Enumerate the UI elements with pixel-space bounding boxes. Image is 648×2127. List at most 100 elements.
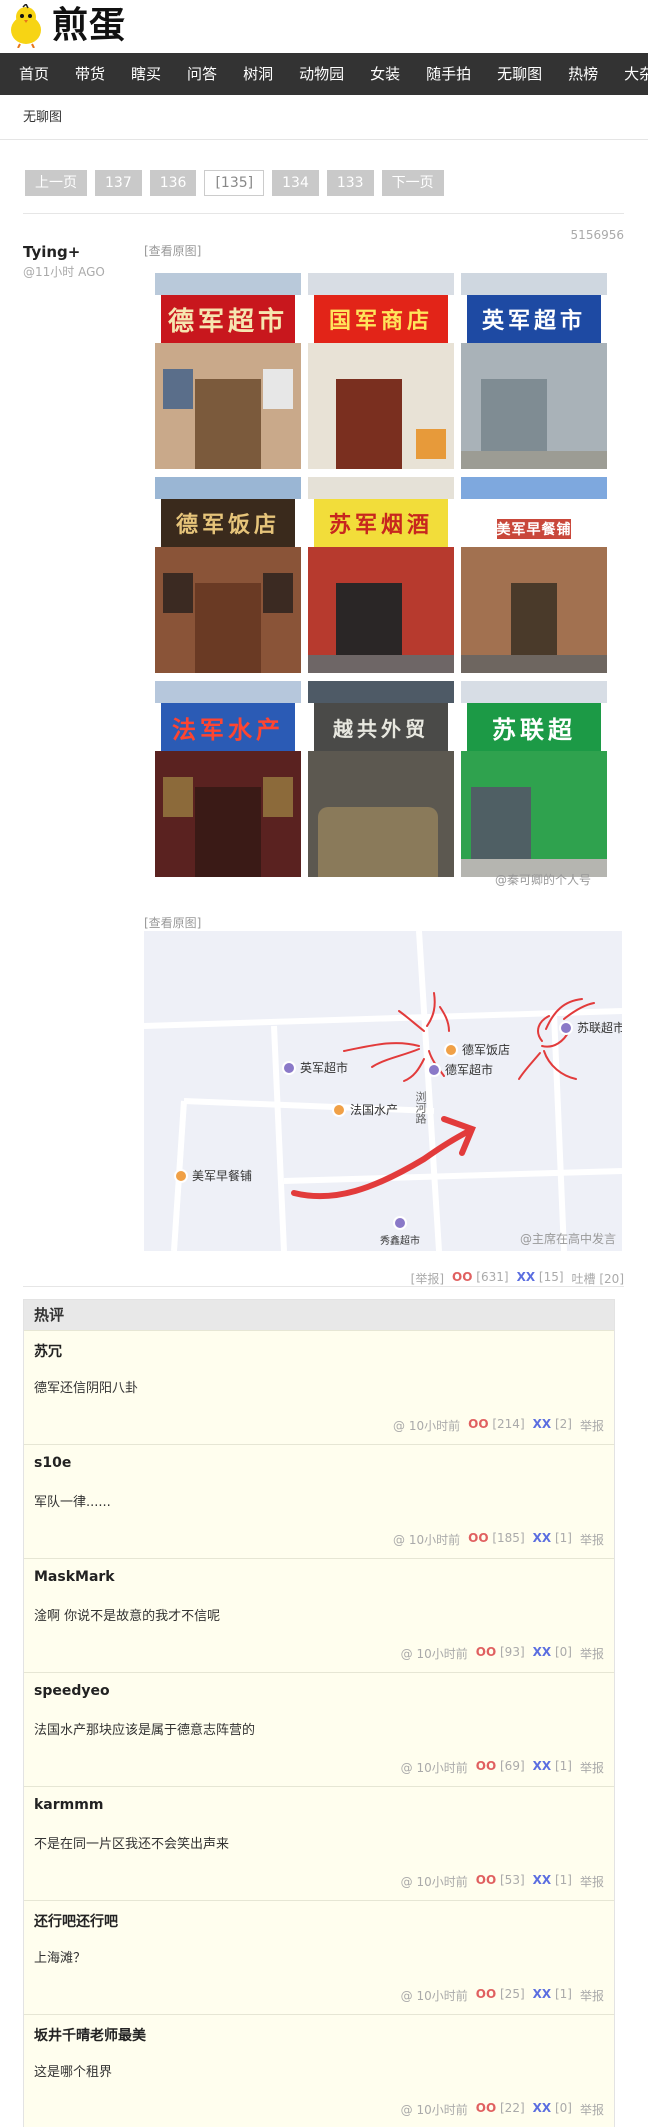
comment-item: s10e 军队一律...... @ 10小时前 OO [185] XX [1] … [24,1444,614,1558]
map-poi: 美军早餐铺 [174,1167,252,1184]
map-poi: 德军饭店 [444,1041,510,1058]
nav-item-zoo[interactable]: 动物园 [286,53,357,95]
shop-icon [427,1062,441,1077]
downvote-button[interactable]: XX [15] [517,1270,564,1287]
storefront-image: 苏联超 [461,681,607,877]
nav-item-pics[interactable]: 无聊图 [484,53,555,95]
shop-sign: 苏军烟酒 [314,499,448,547]
downvote-button[interactable]: XX [2] [533,1417,572,1434]
map-poi: 英军超市 [282,1059,348,1076]
page-link[interactable]: 133 [326,170,374,196]
view-original-link[interactable]: [查看原图] [144,914,201,931]
upvote-button[interactable]: OO [185] [468,1531,525,1548]
comment-item: MaskMark 淦啊 你说不是故意的我才不信呢 @ 10小时前 OO [93]… [24,1558,614,1672]
comment-author: speedyeo [34,1683,110,1699]
chick-logo-icon[interactable] [4,4,48,48]
view-original-link[interactable]: [查看原图] [144,242,201,259]
comment-meta: @ 10小时前 OO [53] XX [1] 举报 [401,1873,604,1890]
storefront-image: 英军超市 [461,273,607,469]
downvote-button[interactable]: XX [0] [533,1645,572,1662]
breadcrumb: 无聊图 [0,95,648,140]
shop-sign: 德军饭店 [161,499,295,547]
report-link[interactable]: 举报 [580,1531,604,1548]
post-id[interactable]: 5156956 [571,228,624,242]
shop-sign: 英军超市 [467,295,601,343]
post-time: @11小时 AGO [23,265,105,279]
storefront-image: 德军饭店 [155,477,301,673]
shop-icon [282,1060,296,1075]
image-watermark: @主席在高中发言 [519,1232,616,1246]
comment-text: 这是哪个租界 [34,2065,113,2080]
report-link[interactable]: 举报 [580,1873,604,1890]
report-link[interactable]: 举报 [580,2101,604,2118]
comment-author: 坂井千晴老师最美 [34,2028,146,2044]
post-actions: [举报] OO [631] XX [15] 吐槽 [20] [411,1270,624,1287]
map-roads [144,931,622,1251]
shop-sign: 苏联超 [467,703,601,751]
map-poi: 秀鑫超市 [380,1216,420,1247]
upvote-button[interactable]: OO [69] [476,1759,525,1776]
post-image-collage[interactable]: 德军超市 国军商店 英军超市 德军饭店 苏军烟酒 美军早餐铺 法军水产 越共外贸… [155,273,611,885]
hot-comments-title: 热评 [24,1300,614,1330]
report-link[interactable]: 举报 [580,1987,604,2004]
upvote-button[interactable]: OO [631] [452,1270,509,1287]
nav-item-misc[interactable]: 大杂烩 [611,53,648,95]
storefront-image: 国军商店 [308,273,454,469]
divider [23,1286,624,1287]
comment-meta: @ 10小时前 OO [69] XX [1] 举报 [401,1759,604,1776]
storefront-image: 德军超市 [155,273,301,469]
upvote-button[interactable]: OO [25] [476,1987,525,2004]
nav-item-home[interactable]: 首页 [6,53,62,95]
report-link[interactable]: 举报 [580,1759,604,1776]
nav-item-qa[interactable]: 问答 [174,53,230,95]
comment-item: speedyeo 法国水产那块应该是属于德意志阵营的 @ 10小时前 OO [6… [24,1672,614,1786]
comment-text: 上海滩？ [34,1951,87,1966]
comment-item: karmmm 不是在同一片区我还不会笑出声来 @ 10小时前 OO [53] X… [24,1786,614,1900]
downvote-button[interactable]: XX [1] [533,1987,572,2004]
page-link[interactable]: 136 [149,170,197,196]
comment-meta: @ 10小时前 OO [185] XX [1] 举报 [393,1531,604,1548]
upvote-button[interactable]: OO [214] [468,1417,525,1434]
comment-text: 淦啊 你说不是故意的我才不信呢 [34,1609,221,1624]
storefront-image: 美军早餐铺 [461,477,607,673]
tucao-link[interactable]: 吐槽 [20] [572,1270,624,1287]
map-poi: 德军超市 [427,1061,493,1078]
comment-author: s10e [34,1455,72,1471]
comment-author: MaskMark [34,1569,115,1585]
comment-item: 坂井千晴老师最美 这是哪个租界 @ 10小时前 OO [22] XX [0] 举… [24,2014,614,2127]
report-link[interactable]: [举报] [411,1270,444,1287]
report-link[interactable]: 举报 [580,1645,604,1662]
comment-time: @ 10小时前 [400,2103,468,2117]
page-link[interactable]: 137 [95,170,142,196]
comment-meta: @ 10小时前 OO [214] XX [2] 举报 [393,1417,604,1434]
map-poi: 苏联超市 [559,1019,622,1036]
comment-time: @ 10小时前 [393,1533,461,1547]
downvote-button[interactable]: XX [1] [533,1531,572,1548]
nav-item-hot[interactable]: 热榜 [555,53,611,95]
nav-item-daihuo[interactable]: 带货 [62,53,118,95]
upvote-button[interactable]: OO [93] [476,1645,525,1662]
next-page-button[interactable]: 下一页 [381,170,444,196]
storefront-image: 苏军烟酒 [308,477,454,673]
prev-page-button[interactable]: 上一页 [25,170,87,196]
comment-text: 法国水产那块应该是属于德意志阵营的 [34,1723,256,1738]
upvote-button[interactable]: OO [22] [476,2101,525,2118]
nav-item-girls[interactable]: 女装 [357,53,413,95]
site-logo-text[interactable]: 煎蛋 [52,6,126,46]
downvote-button[interactable]: XX [1] [533,1873,572,1890]
hot-comments: 热评 苏冗 德军还信阴阳八卦 @ 10小时前 OO [214] XX [2] 举… [23,1299,615,2127]
comment-time: @ 10小时前 [393,1419,461,1433]
map-image[interactable]: 德军饭店 苏联超市 英军超市 德军超市 法国水产 美军早餐铺 秀鑫超市 浏河路 … [144,931,622,1251]
nav-item-xiamai[interactable]: 瞎买 [118,53,174,95]
nav-item-treehole[interactable]: 树洞 [230,53,286,95]
report-link[interactable]: 举报 [580,1417,604,1434]
shop-sign: 国军商店 [314,295,448,343]
current-page: [135] [204,170,265,196]
nav-item-snapshot[interactable]: 随手拍 [413,53,484,95]
downvote-button[interactable]: XX [0] [533,2101,572,2118]
comment-text: 德军还信阴阳八卦 [34,1381,139,1396]
upvote-button[interactable]: OO [53] [476,1873,525,1890]
storefront-image: 越共外贸 [308,681,454,877]
page-link[interactable]: 134 [272,170,319,196]
downvote-button[interactable]: XX [1] [533,1759,572,1776]
